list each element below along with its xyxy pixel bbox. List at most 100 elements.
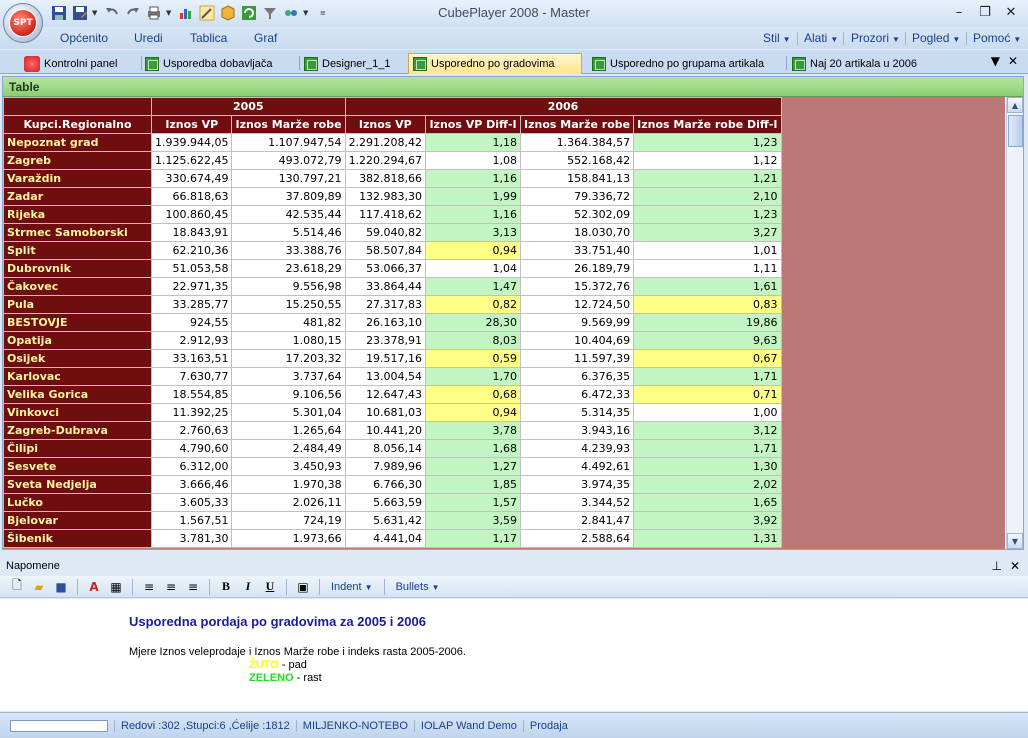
image-icon[interactable]: ▣	[294, 578, 312, 596]
data-cell[interactable]: 3,92	[633, 511, 782, 530]
data-cell[interactable]: 5.314,35	[520, 403, 635, 422]
data-cell[interactable]: 3,13	[425, 223, 522, 242]
data-cell[interactable]: 1.973,66	[231, 529, 346, 548]
save-icon[interactable]: ■	[52, 578, 70, 596]
data-cell[interactable]: 9.556,98	[231, 277, 346, 296]
data-cell[interactable]: 37.809,89	[231, 187, 346, 206]
menu-graf[interactable]: Graf	[254, 31, 277, 45]
data-cell[interactable]: 0,71	[633, 385, 782, 404]
data-cell[interactable]: 1,68	[425, 439, 522, 458]
data-cell[interactable]: 3,27	[633, 223, 782, 242]
data-cell[interactable]: 3,59	[425, 511, 522, 530]
data-cell[interactable]: 6.766,30	[344, 475, 427, 494]
row-header-cell[interactable]: Nepoznat grad	[3, 133, 152, 152]
data-cell[interactable]: 1,70	[425, 367, 522, 386]
tab-usporedba-dobavljaca[interactable]: Usporedba dobavljača	[141, 53, 297, 74]
data-cell[interactable]: 2.484,49	[231, 439, 346, 458]
data-cell[interactable]: 11.392,25	[150, 403, 233, 422]
data-cell[interactable]: 158.841,13	[520, 169, 635, 188]
data-cell[interactable]: 1,21	[633, 169, 782, 188]
data-cell[interactable]: 66.818,63	[150, 187, 233, 206]
vertical-scrollbar[interactable]: ▲ ▼	[1006, 97, 1023, 549]
column-header[interactable]: Iznos VP	[150, 115, 233, 134]
data-cell[interactable]: 5.631,42	[344, 511, 427, 530]
bullets-dropdown[interactable]: Bullets ▼	[392, 581, 444, 593]
data-cell[interactable]: 493.072,79	[231, 151, 346, 170]
data-cell[interactable]: 1,31	[633, 529, 782, 548]
data-cell[interactable]: 4.239,93	[520, 439, 635, 458]
data-cell[interactable]: 924,55	[150, 313, 233, 332]
data-cell[interactable]: 23.378,91	[344, 331, 427, 350]
italic-icon[interactable]: I	[239, 578, 257, 596]
data-cell[interactable]: 4.790,60	[150, 439, 233, 458]
data-cell[interactable]: 724,19	[231, 511, 346, 530]
row-header-cell[interactable]: Sveta Nedjelja	[3, 475, 152, 494]
data-cell[interactable]: 1,71	[633, 439, 782, 458]
data-cell[interactable]: 19,86	[633, 313, 782, 332]
tab-kontrolni-panel[interactable]: Kontrolni panel	[20, 53, 138, 74]
data-cell[interactable]: 0,82	[425, 295, 522, 314]
data-cell[interactable]: 5.663,59	[344, 493, 427, 512]
data-cell[interactable]: 1,08	[425, 151, 522, 170]
data-cell[interactable]: 1.364.384,57	[520, 133, 635, 152]
menu-prozori[interactable]: Prozori ▼	[851, 31, 900, 45]
data-cell[interactable]: 19.517,16	[344, 349, 427, 368]
data-cell[interactable]: 1,85	[425, 475, 522, 494]
data-cell[interactable]: 132.983,30	[344, 187, 427, 206]
data-cell[interactable]: 3.344,52	[520, 493, 635, 512]
data-cell[interactable]: 33.285,77	[150, 295, 233, 314]
data-cell[interactable]: 382.818,66	[344, 169, 427, 188]
data-cell[interactable]: 6.312,00	[150, 457, 233, 476]
data-cell[interactable]: 0,59	[425, 349, 522, 368]
data-cell[interactable]: 10.681,03	[344, 403, 427, 422]
data-cell[interactable]: 117.418,62	[344, 205, 427, 224]
tab-usporedno-po-gradovima[interactable]: Usporedno po gradovima	[408, 53, 582, 74]
data-cell[interactable]: 7.989,96	[344, 457, 427, 476]
data-cell[interactable]: 4.441,04	[344, 529, 427, 548]
tab-naj-20-artikala[interactable]: Naj 20 artikala u 2006	[788, 53, 938, 74]
row-header-cell[interactable]: Pula	[3, 295, 152, 314]
data-cell[interactable]: 0,68	[425, 385, 522, 404]
row-header-cell[interactable]: Rijeka	[3, 205, 152, 224]
minimize-icon[interactable]: –	[946, 2, 972, 22]
row-header-cell[interactable]: Velika Gorica	[3, 385, 152, 404]
data-cell[interactable]: 1,57	[425, 493, 522, 512]
data-cell[interactable]: 58.507,84	[344, 241, 427, 260]
data-cell[interactable]: 3.450,93	[231, 457, 346, 476]
row-header-cell[interactable]: Lučko	[3, 493, 152, 512]
data-cell[interactable]: 330.674,49	[150, 169, 233, 188]
column-header[interactable]: Iznos Marže robe	[231, 115, 346, 134]
data-cell[interactable]: 0,67	[633, 349, 782, 368]
data-cell[interactable]: 2.760,63	[150, 421, 233, 440]
data-cell[interactable]: 53.066,37	[344, 259, 427, 278]
menu-stil[interactable]: Stil ▼	[763, 31, 791, 45]
menu-uredi[interactable]: Uredi	[134, 31, 163, 45]
data-cell[interactable]: 1,99	[425, 187, 522, 206]
row-header-cell[interactable]: Opatija	[3, 331, 152, 350]
data-cell[interactable]: 1,23	[633, 205, 782, 224]
data-cell[interactable]: 1.125.622,45	[150, 151, 233, 170]
close-tab-icon[interactable]: ✕	[1008, 54, 1018, 68]
data-cell[interactable]: 28,30	[425, 313, 522, 332]
row-header-cell[interactable]: Zadar	[3, 187, 152, 206]
data-cell[interactable]: 1,23	[633, 133, 782, 152]
data-cell[interactable]: 27.317,83	[344, 295, 427, 314]
row-header-cell[interactable]: Strmec Samoborski	[3, 223, 152, 242]
data-cell[interactable]: 1,18	[425, 133, 522, 152]
data-cell[interactable]: 9,63	[633, 331, 782, 350]
data-cell[interactable]: 1,47	[425, 277, 522, 296]
data-cell[interactable]: 4.492,61	[520, 457, 635, 476]
column-header[interactable]: Iznos VP Diff-I	[425, 115, 522, 134]
row-header-cell[interactable]: Zagreb	[3, 151, 152, 170]
row-header-cell[interactable]: Vinkovci	[3, 403, 152, 422]
menu-pomoc[interactable]: Pomoć ▼	[973, 31, 1021, 45]
data-cell[interactable]: 18.554,85	[150, 385, 233, 404]
column-header[interactable]: Iznos VP	[344, 115, 427, 134]
data-cell[interactable]: 15.372,76	[520, 277, 635, 296]
row-header-cell[interactable]: Osijek	[3, 349, 152, 368]
data-cell[interactable]: 0,83	[633, 295, 782, 314]
close-icon[interactable]: ✕	[1010, 559, 1020, 573]
data-cell[interactable]: 7.630,77	[150, 367, 233, 386]
menu-tablica[interactable]: Tablica	[190, 31, 227, 45]
data-cell[interactable]: 1,16	[425, 169, 522, 188]
